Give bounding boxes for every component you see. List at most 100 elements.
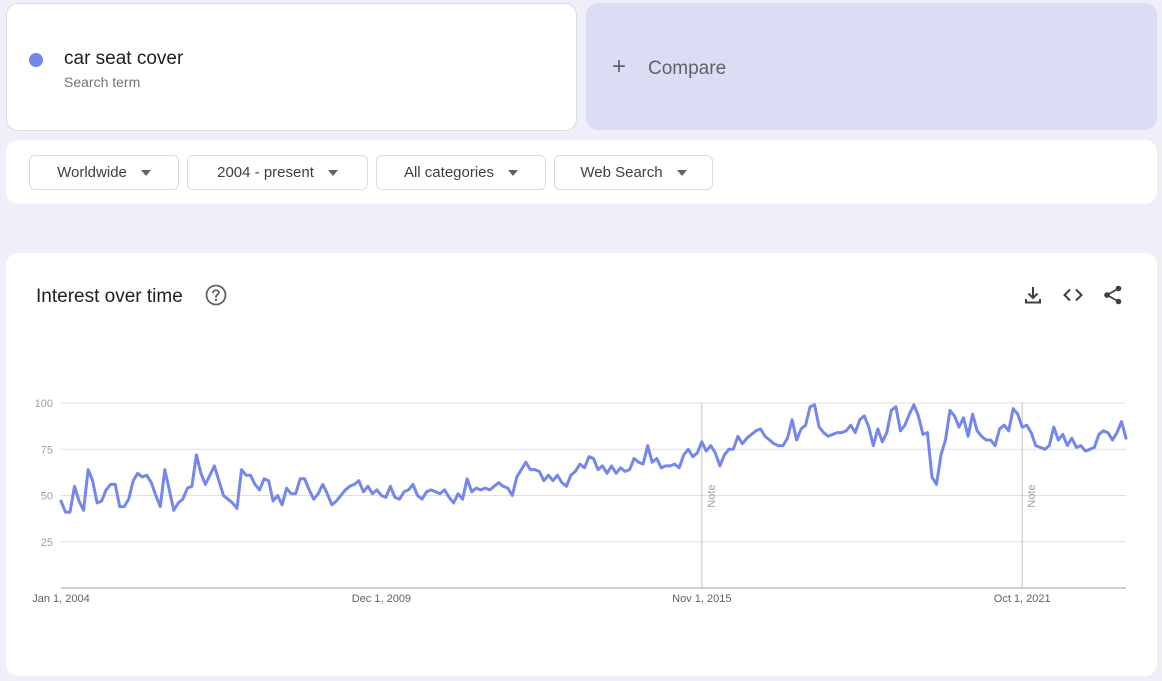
time-range-filter[interactable]: 2004 - present [187, 155, 368, 190]
data-point [181, 498, 184, 501]
data-point [1007, 429, 1010, 432]
data-point [403, 490, 405, 493]
data-point [547, 474, 550, 477]
data-point [1125, 437, 1127, 440]
data-point [646, 444, 649, 447]
plus-icon: + [612, 53, 627, 80]
data-point [931, 476, 933, 478]
data-point [240, 468, 243, 471]
data-point [78, 500, 80, 502]
category-filter[interactable]: All categories [376, 155, 546, 190]
data-point [430, 489, 432, 491]
data-point [236, 507, 238, 510]
data-point [881, 440, 884, 443]
series-color-dot [29, 53, 43, 67]
data-point [1080, 444, 1082, 447]
data-point [353, 483, 356, 486]
data-point [326, 492, 329, 495]
data-point [407, 489, 410, 491]
data-point [800, 428, 802, 430]
data-point [719, 465, 721, 467]
dropdown-arrow-icon [508, 169, 519, 176]
data-point [218, 479, 220, 482]
search-type-filter-label: Web Search [580, 164, 663, 181]
data-point [976, 429, 978, 432]
data-point [213, 465, 216, 467]
data-point [755, 429, 757, 432]
data-point [628, 468, 631, 471]
data-point [376, 489, 378, 491]
data-point [321, 483, 324, 486]
category-filter-label: All categories [403, 164, 495, 181]
data-point [344, 489, 347, 491]
data-point [267, 479, 270, 482]
search-type-filter[interactable]: Web Search [554, 155, 713, 190]
data-point [96, 502, 98, 504]
data-point [317, 492, 320, 495]
data-point [944, 439, 947, 441]
y-tick-label: 50 [41, 491, 53, 503]
data-point [741, 442, 744, 445]
data-point [114, 483, 117, 486]
data-point [163, 468, 166, 471]
data-point [73, 485, 76, 488]
data-point [967, 435, 969, 438]
data-point [867, 426, 870, 428]
data-point [123, 505, 126, 508]
data-point [895, 405, 897, 408]
data-point [416, 494, 419, 497]
data-point [1043, 448, 1046, 451]
data-point [908, 413, 911, 415]
data-point [543, 479, 545, 482]
data-point [339, 494, 342, 497]
data-point [1102, 429, 1105, 432]
data-point [1048, 444, 1051, 447]
data-point [913, 403, 915, 406]
data-point [588, 455, 590, 458]
data-point [723, 453, 726, 456]
search-term-card[interactable]: car seat cover Search term [6, 3, 577, 131]
data-point [565, 485, 568, 488]
data-point [231, 502, 234, 504]
data-point [619, 466, 622, 469]
data-point [434, 490, 437, 493]
data-point [524, 461, 527, 464]
data-point [312, 498, 315, 501]
data-point [795, 439, 798, 441]
data-point [917, 415, 920, 417]
data-point [709, 444, 712, 447]
data-point [700, 440, 703, 443]
data-point [552, 479, 554, 482]
data-point [989, 439, 992, 441]
data-point [890, 409, 893, 412]
data-point [195, 453, 198, 456]
data-point [168, 489, 171, 491]
data-point [768, 439, 771, 441]
data-point [82, 509, 85, 512]
data-point [511, 494, 514, 497]
data-point [831, 433, 834, 436]
data-point [118, 505, 121, 508]
data-point [1034, 444, 1037, 447]
data-point [1003, 424, 1006, 427]
data-point [132, 479, 135, 482]
interest-over-time-card: Interest over time 25 50 75 100 Note Note Jan … [6, 253, 1157, 676]
data-point [1021, 426, 1024, 428]
data-point [813, 403, 816, 406]
data-point [357, 479, 360, 482]
data-point [1093, 446, 1096, 449]
data-point [971, 413, 974, 415]
compare-button[interactable]: + Compare [586, 3, 1157, 130]
y-tick-label: 100 [35, 398, 53, 410]
location-filter[interactable]: Worldwide [29, 155, 179, 190]
data-point [633, 457, 635, 460]
data-point [1107, 431, 1109, 434]
search-term-name[interactable]: car seat cover [64, 48, 183, 70]
filter-bar: Worldwide 2004 - present All categories … [6, 140, 1157, 204]
search-term-subtitle: Search term [64, 74, 141, 90]
data-point [705, 450, 708, 452]
data-point [1039, 446, 1042, 449]
data-point [488, 489, 491, 491]
data-point [299, 477, 302, 480]
data-point [1098, 433, 1100, 436]
